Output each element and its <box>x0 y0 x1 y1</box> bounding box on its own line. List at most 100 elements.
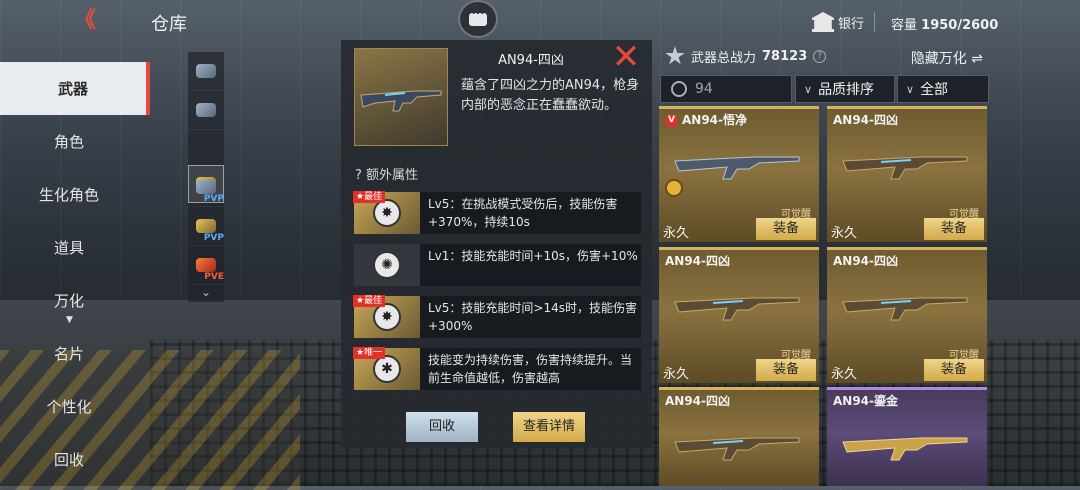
rifle-icon <box>674 156 800 180</box>
bank-button[interactable]: 银行 <box>812 10 864 34</box>
sort-label: 品质排序 <box>818 82 875 98</box>
nav-label: 回收 <box>53 451 84 469</box>
badge-coin-icon <box>665 179 683 197</box>
search-box[interactable] <box>660 75 792 103</box>
attribute-badge: ✺ <box>354 244 420 286</box>
category-nav: 武器 角色 生化角色 道具 万化 ▼ 名片 个性化 回收 <box>0 62 150 486</box>
card-name: V AN94-悟净 <box>665 111 747 128</box>
nav-item-zombie-characters[interactable]: 生化角色 <box>0 168 144 221</box>
chat-icon <box>469 9 487 26</box>
permanent-label: 永久 <box>663 226 690 241</box>
gun-icon <box>196 180 216 194</box>
nav-item-personalize[interactable]: 个性化 <box>0 380 144 433</box>
subcategory-pve-weapon[interactable]: PVE <box>188 246 224 285</box>
nav-item-items[interactable]: 道具 <box>0 221 144 274</box>
subcategory-pvp-weapon-2[interactable]: PVP <box>188 207 224 246</box>
subcategory-strip: PVP PVP PVE ⌄ <box>188 52 224 302</box>
capacity-label: 容量 <box>891 18 918 33</box>
permanent-label: 永久 <box>831 226 858 241</box>
help-icon[interactable]: ? <box>813 49 827 63</box>
capacity: 容量 1950/2600 <box>891 14 998 33</box>
power-label: 武器总战力 <box>691 50 757 66</box>
weapon-card[interactable]: AN94-鎏金 <box>827 387 987 486</box>
permanent-label: 永久 <box>663 367 690 382</box>
armor-icon <box>196 103 216 117</box>
attribute-text: Lv1：技能充能时间+10s，伤害+10% <box>428 249 638 263</box>
power-star-icon <box>665 46 685 65</box>
pvp-tag: PVP <box>203 194 224 204</box>
equip-button[interactable]: 装备 <box>924 359 984 381</box>
attribute-badge: ✸ ★最佳 <box>353 191 420 234</box>
card-name: AN94-四凶 <box>665 254 731 268</box>
equip-button[interactable]: 装备 <box>924 218 984 240</box>
weapon-power: 武器总战力 78123 ? <box>665 46 827 66</box>
weapon-list-panel: 武器总战力 78123 ? 隐藏万化 ⇌ ∨ 品质排序 ∨ 全部 V AN94-悟… <box>659 40 989 486</box>
rifle-icon <box>674 297 800 321</box>
search-icon <box>671 81 687 97</box>
nav-label: 武器 <box>57 80 88 98</box>
nav-label: 角色 <box>53 133 84 151</box>
unique-flag: ★唯一 <box>353 347 386 359</box>
attribute-row[interactable]: ✺ Lv1：技能充能时间+10s，伤害+10% <box>354 244 641 286</box>
gun-icon <box>196 219 216 233</box>
weapon-name: AN94-四凶 <box>498 53 564 68</box>
subcategory-pvp-weapon[interactable]: PVP <box>188 168 224 207</box>
close-icon[interactable]: ✕ <box>610 40 642 74</box>
recycle-button[interactable]: 回收 <box>406 412 478 442</box>
chevron-down-icon: ∨ <box>804 82 813 96</box>
weapon-card[interactable]: AN94-四凶 可觉醒 永久 装备 <box>659 247 819 383</box>
equip-button[interactable]: 装备 <box>756 218 816 240</box>
attribute-text: 技能变为持续伤害，伤害持续提升。当前生命值越低，伤害越高 <box>428 353 633 385</box>
weapon-detail-panel: AN94-四凶 ✕ 蕴含了四凶之力的AN94，枪身内部的恶念正在蠢蠢欲动。 ? … <box>341 40 652 448</box>
hide-wanhua-toggle[interactable]: 隐藏万化 ⇌ <box>911 48 983 68</box>
attribute-row[interactable]: ✱ ★唯一 技能变为持续伤害，伤害持续提升。当前生命值越低，伤害越高 <box>353 347 641 390</box>
sort-dropdown[interactable]: ∨ 品质排序 <box>795 75 895 103</box>
card-name: AN94-鎏金 <box>833 394 899 408</box>
gun-icon <box>196 258 216 272</box>
search-input[interactable] <box>693 80 787 98</box>
pvp-tag: PVP <box>203 233 224 243</box>
subcategory-helmet[interactable] <box>188 52 224 91</box>
attribute-row[interactable]: ✸ ★最佳 Lv5：在挑战模式受伤后，技能伤害+370%，持续10s <box>353 191 641 234</box>
nav-item-characters[interactable]: 角色 <box>0 115 144 168</box>
extra-attributes-title: ? 额外属性 <box>355 168 419 183</box>
nav-label: 万化 <box>53 292 84 310</box>
page-title: 仓库 <box>151 14 187 35</box>
pve-tag: PVE <box>204 272 224 282</box>
weapon-card[interactable]: AN94-四凶 可觉醒 永久 装备 <box>827 106 987 242</box>
weapon-card[interactable]: V AN94-悟净 可觉醒 永久 装备 <box>659 106 819 242</box>
rifle-icon <box>842 156 968 180</box>
equip-button[interactable]: 装备 <box>756 359 816 381</box>
filter-dropdown[interactable]: ∨ 全部 <box>897 75 989 103</box>
attribute-badge: ✱ ★唯一 <box>353 347 420 390</box>
chat-button[interactable] <box>458 0 498 38</box>
rifle-icon <box>674 437 800 461</box>
card-name: AN94-四凶 <box>833 254 899 268</box>
helmet-icon <box>196 64 216 78</box>
capacity-value: 1950/2600 <box>921 18 999 33</box>
swirl-icon: ✺ <box>373 251 401 279</box>
nav-label: 生化角色 <box>38 186 99 204</box>
card-name-text: AN94-悟净 <box>682 113 748 127</box>
nav-item-weapons[interactable]: 武器 <box>0 62 150 115</box>
best-flag: ★最佳 <box>353 295 386 307</box>
subcategory-armor[interactable] <box>188 91 224 130</box>
filter-label: 全部 <box>920 82 949 98</box>
expand-arrow-icon: ▼ <box>66 315 73 325</box>
chevron-down-icon[interactable]: ⌄ <box>188 285 224 305</box>
nav-label: 名片 <box>53 345 84 363</box>
burst-icon: ✸ <box>373 303 401 331</box>
burst-icon: ✸ <box>373 199 401 227</box>
nav-item-recycle[interactable]: 回收 <box>0 433 144 486</box>
weapon-card[interactable]: AN94-四凶 <box>659 387 819 486</box>
rifle-icon <box>360 90 442 112</box>
nav-item-cards[interactable]: 名片 <box>0 327 144 380</box>
attribute-row[interactable]: ✸ ★最佳 Lv5：技能充能时间>14s时，技能伤害+300% <box>353 295 641 338</box>
view-details-button[interactable]: 查看详情 <box>513 412 585 442</box>
nav-label: 个性化 <box>46 398 92 416</box>
nav-item-wanhua[interactable]: 万化 ▼ <box>0 274 144 327</box>
v-badge-icon: V <box>665 114 678 127</box>
back-button[interactable]: 《 <box>74 10 104 32</box>
weapon-card[interactable]: AN94-四凶 可觉醒 永久 装备 <box>827 247 987 383</box>
attribute-text: Lv5：技能充能时间>14s时，技能伤害+300% <box>428 301 637 333</box>
